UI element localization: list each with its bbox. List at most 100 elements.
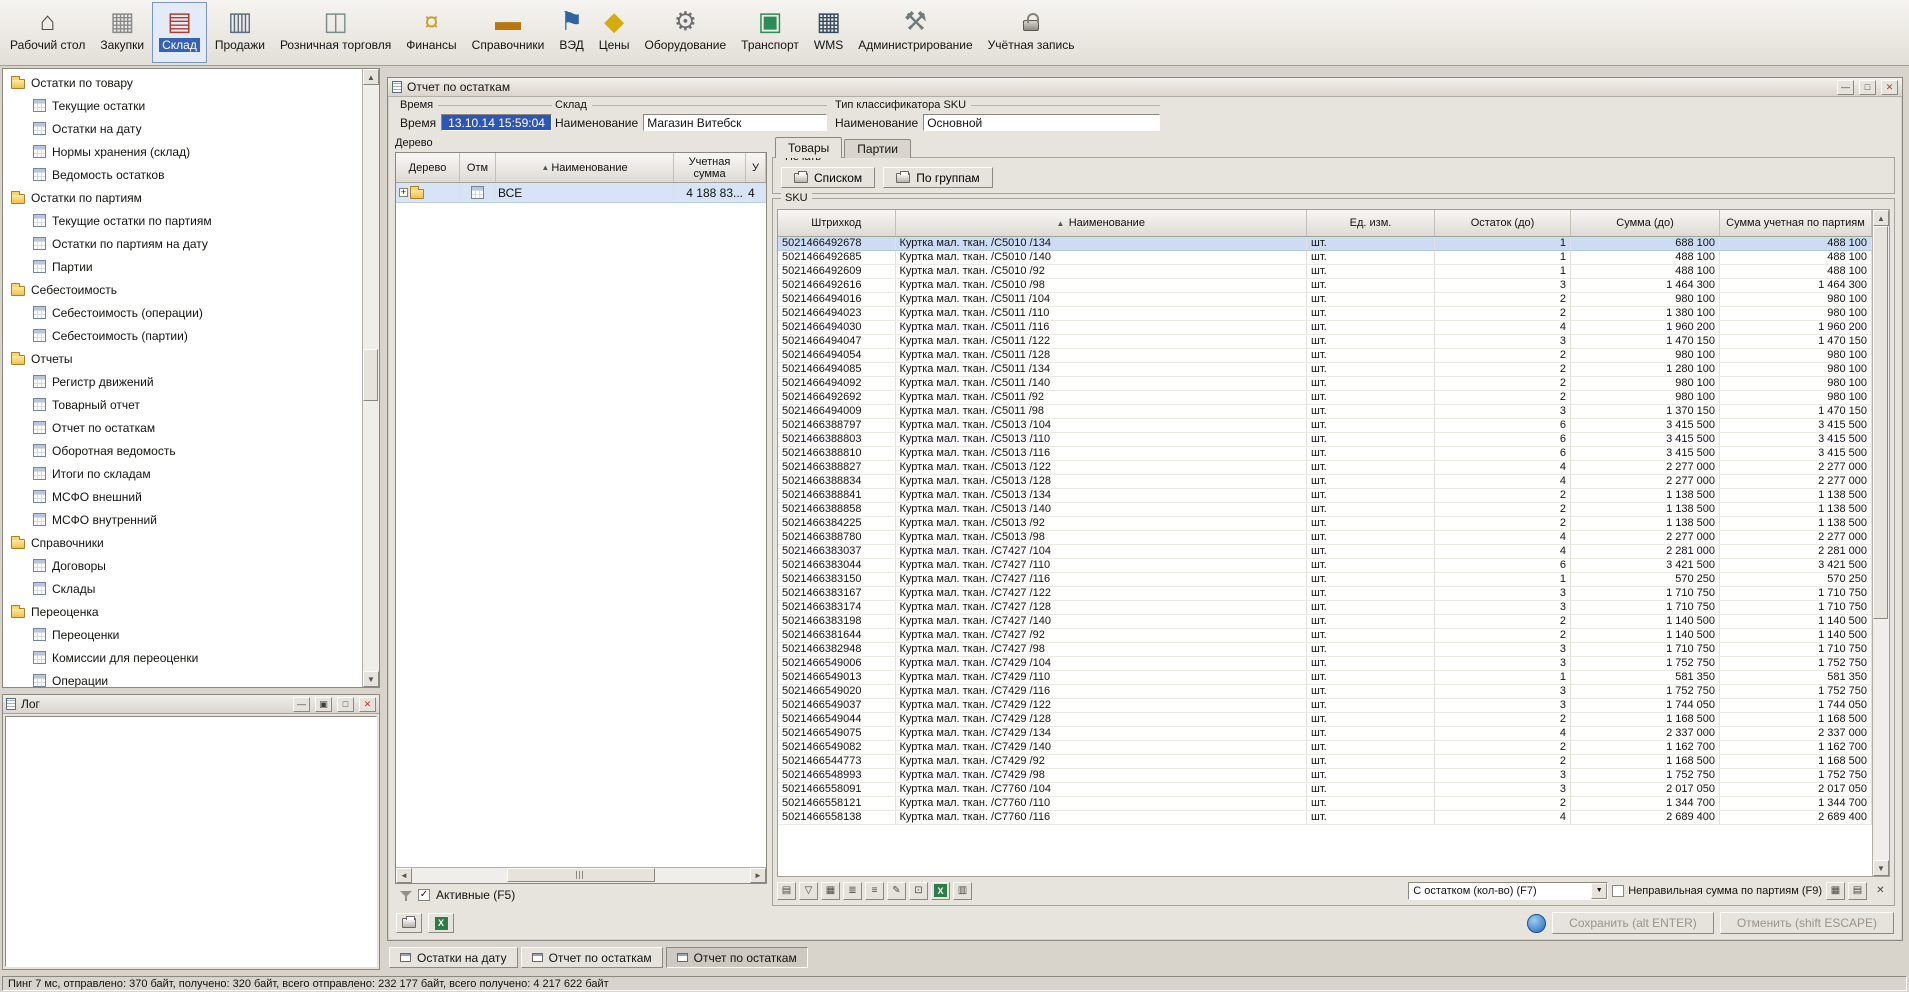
table-layout-icon[interactable]: ▥ <box>953 882 972 900</box>
table-row[interactable]: 5021466548993Куртка мал. ткан. /С7429 /9… <box>778 768 1872 782</box>
minimize-button[interactable]: — <box>1837 80 1854 95</box>
scroll-down-button[interactable]: ▼ <box>1873 860 1889 876</box>
window-titlebar[interactable]: Отчет по остаткам — □ ✕ <box>388 78 1902 97</box>
table-row[interactable]: 5021466383150Куртка мал. ткан. /С7427 /1… <box>778 572 1872 586</box>
tree-column-header[interactable]: Отм <box>460 153 496 182</box>
sidebar-item-4-1[interactable]: Склады <box>3 577 362 600</box>
sidebar-group-0[interactable]: Остатки по товару <box>3 71 362 94</box>
scroll-up-button[interactable]: ▲ <box>363 69 379 85</box>
table-row[interactable]: 5021466549020Куртка мал. ткан. /С7429 /1… <box>778 684 1872 698</box>
toolbar-item-retail[interactable]: ◫Розничная торговля <box>273 2 398 63</box>
toolbar-item-wms[interactable]: ▦WMS <box>807 2 850 63</box>
table-row[interactable]: 5021466558091Куртка мал. ткан. /С7760 /1… <box>778 782 1872 796</box>
sku-column-header[interactable]: Ед. изм. <box>1307 210 1435 236</box>
sidebar-item-3-4[interactable]: Итоги по складам <box>3 462 362 485</box>
scroll-right-button[interactable]: ► <box>750 868 766 883</box>
print-list-button[interactable]: Списком <box>781 167 875 188</box>
table-row[interactable]: 5021466544773Куртка мал. ткан. /С7429 /9… <box>778 754 1872 768</box>
table-row[interactable]: 5021466388810Куртка мал. ткан. /С5013 /1… <box>778 446 1872 460</box>
sku-column-header[interactable]: Штрихкод <box>778 210 895 236</box>
toolbar-item-sales[interactable]: ▥Продажи <box>208 2 272 63</box>
table-row[interactable]: 5021466382948Куртка мал. ткан. /С7427 /9… <box>778 642 1872 656</box>
table-row[interactable]: 5021466494085Куртка мал. ткан. /С5011 /1… <box>778 362 1872 376</box>
sidebar-item-1-2[interactable]: Партии <box>3 255 362 278</box>
scroll-track[interactable] <box>1873 226 1889 860</box>
close-button[interactable]: ✕ <box>359 697 376 712</box>
sidebar-item-1-1[interactable]: Остатки по партиям на дату <box>3 232 362 255</box>
sidebar-item-0-3[interactable]: Ведомость остатков <box>3 163 362 186</box>
scroll-thumb[interactable] <box>363 349 378 401</box>
table-row[interactable]: 5021466494009Куртка мал. ткан. /С5011 /9… <box>778 404 1872 418</box>
table-row[interactable]: 5021466494030Куртка мал. ткан. /С5011 /1… <box>778 320 1872 334</box>
sku-column-header[interactable]: Остаток (до) <box>1435 210 1571 236</box>
table-row[interactable]: 5021466388827Куртка мал. ткан. /С5013 /1… <box>778 460 1872 474</box>
sku-column-header[interactable]: ▲ Наименование <box>895 210 1307 236</box>
sidebar-item-3-6[interactable]: МСФО внутренний <box>3 508 362 531</box>
sku-column-header[interactable]: Сумма (до) <box>1571 210 1720 236</box>
sidebar-item-2-1[interactable]: Себестоимость (партии) <box>3 324 362 347</box>
scroll-track[interactable] <box>363 85 379 671</box>
filter-settings-icon[interactable]: ▽ <box>799 882 818 900</box>
maximize-button[interactable]: □ <box>1859 80 1876 95</box>
table-edit-icon[interactable]: ▤ <box>777 882 796 900</box>
sidebar-item-0-2[interactable]: Нормы хранения (склад) <box>3 140 362 163</box>
sku-type-input[interactable]: Основной <box>923 114 1160 131</box>
sidebar-item-0-0[interactable]: Текущие остатки <box>3 94 362 117</box>
table-row[interactable]: 5021466494092Куртка мал. ткан. /С5011 /1… <box>778 376 1872 390</box>
table-row[interactable]: 5021466549013Куртка мал. ткан. /С7429 /1… <box>778 670 1872 684</box>
toolbar-item-purchases[interactable]: ▦Закупки <box>93 2 151 63</box>
window-tab-0[interactable]: Остатки на дату <box>389 947 518 968</box>
table-row[interactable]: 5021466388780Куртка мал. ткан. /С5013 /9… <box>778 530 1872 544</box>
cancel-button[interactable]: Отменить (shift ESCAPE) <box>1720 912 1894 934</box>
table-row[interactable]: 5021466492678Куртка мал. ткан. /С5010 /1… <box>778 236 1872 250</box>
extra-action-button[interactable] <box>1527 914 1546 933</box>
sidebar-group-3[interactable]: Отчеты <box>3 347 362 370</box>
toolbar-item-references[interactable]: ▬Справочники <box>465 2 552 63</box>
tab-batches[interactable]: Партии <box>844 139 911 158</box>
table-row[interactable]: 5021466388834Куртка мал. ткан. /С5013 /1… <box>778 474 1872 488</box>
sidebar-item-3-3[interactable]: Оборотная ведомость <box>3 439 362 462</box>
scroll-left-button[interactable]: ◄ <box>396 868 412 883</box>
table-row[interactable]: 5021466388841Куртка мал. ткан. /С5013 /1… <box>778 488 1872 502</box>
tree-column-header[interactable]: У <box>746 153 766 182</box>
table-row[interactable]: 5021466549082Куртка мал. ткан. /С7429 /1… <box>778 740 1872 754</box>
tab-goods[interactable]: Товары <box>775 137 842 158</box>
sku-column-header[interactable]: Сумма учетная по партиям <box>1720 210 1872 236</box>
table-row[interactable]: 5021466383167Куртка мал. ткан. /С7427 /1… <box>778 586 1872 600</box>
scroll-track[interactable] <box>412 868 750 883</box>
expand-icon[interactable]: + <box>399 188 408 197</box>
sidebar-item-1-0[interactable]: Текущие остатки по партиям <box>3 209 362 232</box>
close-filter-button[interactable]: ✕ <box>1871 882 1890 900</box>
columns-icon[interactable]: ▦ <box>1826 882 1845 900</box>
sidebar-group-5[interactable]: Переоценка <box>3 600 362 623</box>
sidebar-item-5-0[interactable]: Переоценки <box>3 623 362 646</box>
popout-button[interactable]: ▣ <box>315 697 332 712</box>
window-tab-1[interactable]: Отчет по остаткам <box>521 947 663 968</box>
table-row[interactable]: 5021466384225Куртка мал. ткан. /С5013 /9… <box>778 516 1872 530</box>
tree-column-header[interactable]: Дерево <box>396 153 460 182</box>
list-view-icon[interactable]: ≡ <box>865 882 884 900</box>
sidebar-group-2[interactable]: Себестоимость <box>3 278 362 301</box>
table-row[interactable]: 5021466558138Куртка мал. ткан. /С7760 /1… <box>778 810 1872 824</box>
table-row[interactable]: 5021466383174Куртка мал. ткан. /С7427 /1… <box>778 600 1872 614</box>
tree-row[interactable]: + ВСЕ 4 188 83... 4 <box>396 183 766 203</box>
sidebar-group-4[interactable]: Справочники <box>3 531 362 554</box>
table-row[interactable]: 5021466549075Куртка мал. ткан. /С7429 /1… <box>778 726 1872 740</box>
tree-column-header[interactable]: ▲Наименование <box>496 153 674 182</box>
table-row[interactable]: 5021466383037Куртка мал. ткан. /С7427 /1… <box>778 544 1872 558</box>
toolbar-item-finance[interactable]: ¤Финансы <box>399 2 463 63</box>
table-row[interactable]: 5021466388797Куртка мал. ткан. /С5013 /1… <box>778 418 1872 432</box>
table-row[interactable]: 5021466494016Куртка мал. ткан. /С5011 /1… <box>778 292 1872 306</box>
active-checkbox[interactable] <box>418 889 430 901</box>
toolbar-item-desktop[interactable]: ⌂Рабочий стол <box>3 2 92 63</box>
sidebar-item-5-2[interactable]: Операции <box>3 669 362 687</box>
tree-column-header[interactable]: Учетная сумма <box>674 153 746 182</box>
print-report-button[interactable] <box>396 913 422 933</box>
sku-vscrollbar[interactable]: ▲ ▼ <box>1872 210 1889 876</box>
scroll-up-button[interactable]: ▲ <box>1873 210 1889 226</box>
toolbar-item-warehouse[interactable]: ▤Склад <box>152 2 207 63</box>
grid-view-icon[interactable]: ▦ <box>821 882 840 900</box>
print-by-groups-button[interactable]: По группам <box>883 167 992 188</box>
sidebar-item-3-2[interactable]: Отчет по остаткам <box>3 416 362 439</box>
minimize-button[interactable]: — <box>293 697 310 712</box>
